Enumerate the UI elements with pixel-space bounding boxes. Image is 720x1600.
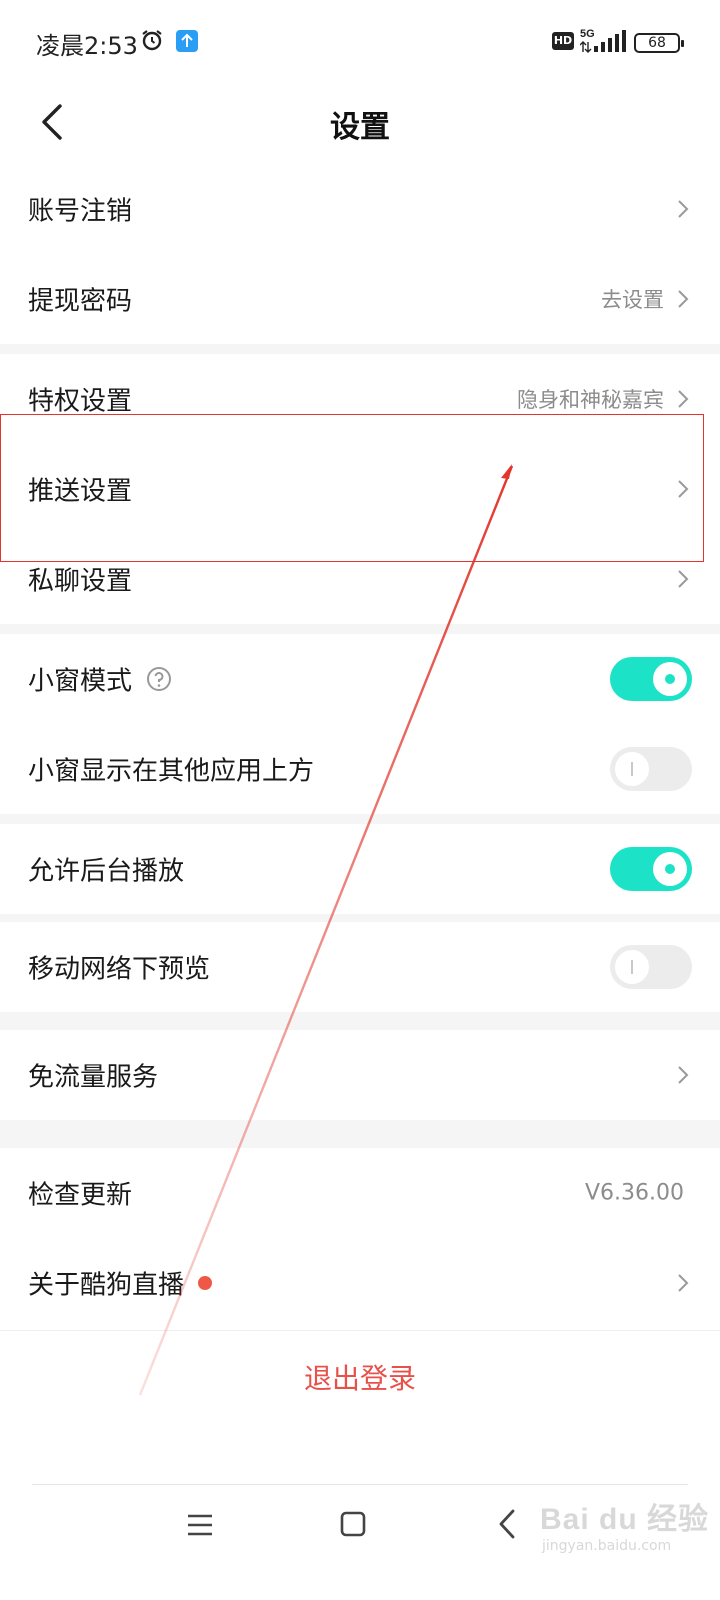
section-divider	[0, 1012, 720, 1030]
toggle-knob	[615, 752, 649, 786]
settings-row-background-play: 允许后台播放	[0, 824, 720, 914]
row-label: 提现密码	[28, 286, 133, 317]
background-play-toggle[interactable]	[610, 847, 692, 891]
chevron-right-icon	[678, 1274, 689, 1292]
settings-row-check-update[interactable]: 检查更新 V6.36.00	[0, 1148, 720, 1238]
settings-row-withdraw-password[interactable]: 提现密码 去设置	[0, 254, 720, 344]
row-label: 特权设置	[28, 386, 133, 417]
hd-icon: HD	[552, 32, 574, 50]
row-label: 小窗显示在其他应用上方	[28, 756, 315, 787]
settings-row-privilege[interactable]: 特权设置 隐身和神秘嘉宾	[0, 354, 720, 444]
upload-notification-icon	[176, 30, 198, 52]
baidu-jingyan-watermark: Bai du 经验 jingyan.baidu.com	[540, 1494, 716, 1574]
settings-row-mini-window-overlay: 小窗显示在其他应用上方	[0, 724, 720, 814]
signal-icon: 5G	[580, 28, 626, 53]
network-type: 5G	[580, 28, 595, 40]
page-title: 设置	[330, 110, 390, 145]
system-back-icon[interactable]	[496, 1508, 518, 1540]
row-label: 免流量服务	[28, 1062, 159, 1093]
menu-icon[interactable]	[186, 1512, 214, 1538]
home-square-icon[interactable]	[340, 1510, 366, 1538]
logout-area: 退出登录	[0, 1330, 720, 1420]
settings-row-mobile-preview: 移动网络下预览	[0, 922, 720, 1012]
toggle-knob	[615, 950, 649, 984]
watermark-logo: Bai du 经验	[540, 1503, 710, 1536]
row-label: 检查更新	[28, 1180, 133, 1211]
settings-row-private-chat[interactable]: 私聊设置	[0, 534, 720, 624]
mobile-preview-toggle[interactable]	[610, 945, 692, 989]
toggle-knob	[653, 852, 687, 886]
help-question-icon[interactable]	[146, 666, 172, 692]
section-divider	[0, 814, 720, 824]
divider	[32, 1484, 688, 1485]
chevron-right-icon	[678, 570, 689, 588]
logout-button[interactable]: 退出登录	[0, 1357, 720, 1397]
settings-row-free-data[interactable]: 免流量服务	[0, 1030, 720, 1120]
chevron-right-icon	[678, 480, 689, 498]
row-value: 去设置	[601, 288, 664, 312]
settings-row-mini-window: 小窗模式	[0, 634, 720, 724]
toggle-knob	[653, 662, 687, 696]
row-label: 关于酷狗直播	[28, 1270, 185, 1301]
section-divider	[0, 1120, 720, 1148]
mini-window-toggle[interactable]	[610, 657, 692, 701]
version-value: V6.36.00	[584, 1180, 684, 1206]
navigation-bar: 设置	[0, 86, 720, 162]
mini-window-overlay-toggle[interactable]	[610, 747, 692, 791]
row-value: 隐身和神秘嘉宾	[517, 388, 664, 412]
row-label: 推送设置	[28, 476, 133, 507]
system-navigation-bar: Bai du 经验 jingyan.baidu.com	[0, 1484, 720, 1600]
settings-row-account-cancel[interactable]: 账号注销	[0, 164, 720, 254]
section-divider	[0, 344, 720, 354]
watermark-url: jingyan.baidu.com	[542, 1538, 672, 1554]
new-badge-dot	[198, 1276, 212, 1290]
battery-indicator: 68	[634, 33, 684, 53]
section-divider	[0, 624, 720, 634]
row-label: 私聊设置	[28, 566, 133, 597]
settings-row-about[interactable]: 关于酷狗直播	[0, 1238, 720, 1328]
chevron-right-icon	[678, 1066, 689, 1084]
row-label: 移动网络下预览	[28, 954, 211, 985]
row-label: 允许后台播放	[28, 856, 185, 887]
row-label: 小窗模式	[28, 666, 133, 697]
settings-row-push[interactable]: 推送设置	[0, 444, 720, 534]
chevron-right-icon	[678, 290, 689, 308]
status-bar: 凌晨2:53 HD 5G 68	[0, 0, 720, 86]
status-time: 凌晨2:53	[36, 32, 138, 60]
alarm-icon	[142, 30, 162, 51]
row-label: 账号注销	[28, 196, 133, 227]
chevron-right-icon	[678, 200, 689, 218]
section-divider	[0, 914, 720, 922]
chevron-right-icon	[678, 390, 689, 408]
